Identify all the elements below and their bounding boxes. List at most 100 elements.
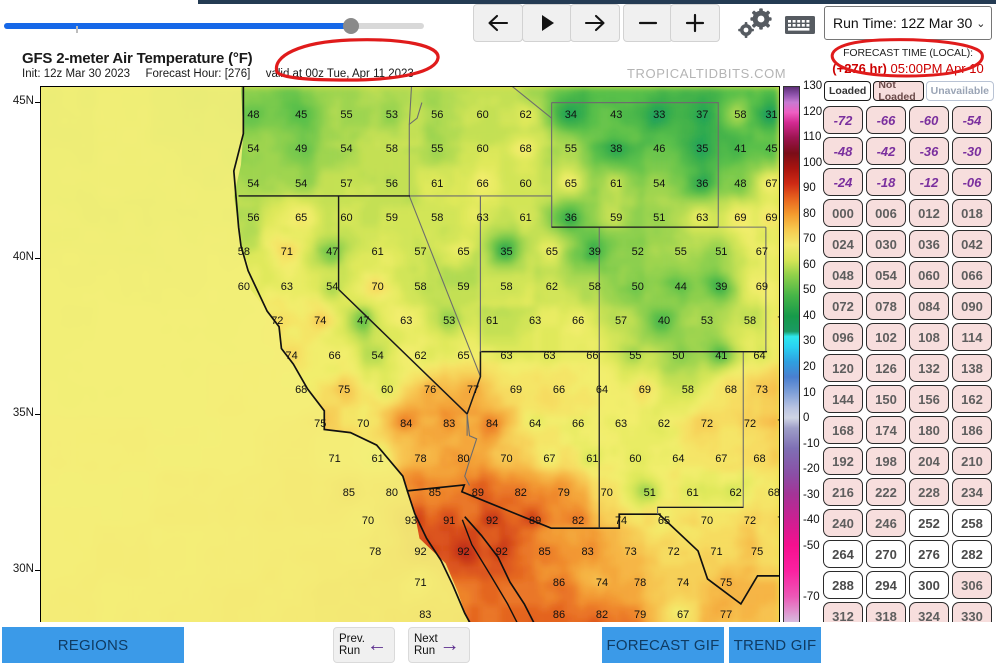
map-temp-value: 77 bbox=[466, 383, 480, 396]
hour-cell-300[interactable]: 300 bbox=[909, 571, 949, 599]
hour-cell-114[interactable]: 114 bbox=[952, 323, 992, 351]
hour-cell-090[interactable]: 090 bbox=[952, 292, 992, 320]
hour-cell-042[interactable]: 042 bbox=[952, 230, 992, 258]
map-temp-value: 45 bbox=[295, 109, 308, 122]
map-temp-value: 86 bbox=[552, 577, 566, 590]
map-temp-value: 79 bbox=[634, 608, 647, 621]
hour-cell-282[interactable]: 282 bbox=[952, 540, 992, 568]
hour-cell-210[interactable]: 210 bbox=[952, 447, 992, 475]
hour-cell-222[interactable]: 222 bbox=[866, 478, 906, 506]
map-temp-value: 61 bbox=[371, 452, 384, 465]
map-temp-value: 75 bbox=[751, 546, 764, 559]
hour-cell-072[interactable]: 072 bbox=[823, 292, 863, 320]
hour-cell-138[interactable]: 138 bbox=[952, 354, 992, 382]
hour-cell--60[interactable]: -60 bbox=[909, 106, 949, 134]
zoom-in-button[interactable] bbox=[670, 4, 720, 42]
hour-cell-276[interactable]: 276 bbox=[909, 540, 949, 568]
next-run-button[interactable]: Next Run → bbox=[408, 627, 470, 663]
hour-cell-144[interactable]: 144 bbox=[823, 385, 863, 413]
hour-cell-156[interactable]: 156 bbox=[909, 385, 949, 413]
forecast-hour-grid[interactable]: -72 -66 -60 -54 -48 -42 -36 -30 -24 -18 -12 -06 000 0… bbox=[823, 106, 995, 630]
hour-cell-048[interactable]: 048 bbox=[823, 261, 863, 289]
hour-cell-180[interactable]: 180 bbox=[909, 416, 949, 444]
hour-cell-228[interactable]: 228 bbox=[909, 478, 949, 506]
hour-cell-204[interactable]: 204 bbox=[909, 447, 949, 475]
hour-cell-252[interactable]: 252 bbox=[909, 509, 949, 537]
hour-cell-306[interactable]: 306 bbox=[952, 571, 992, 599]
slider-fill bbox=[4, 23, 349, 29]
hour-cell-150[interactable]: 150 bbox=[866, 385, 906, 413]
hour-cell-198[interactable]: 198 bbox=[866, 447, 906, 475]
gears-icon[interactable] bbox=[735, 7, 777, 41]
map-temp-value: 55 bbox=[629, 349, 642, 362]
hour-cell-060[interactable]: 060 bbox=[909, 261, 949, 289]
hour-cell-108[interactable]: 108 bbox=[909, 323, 949, 351]
hour-cell-078[interactable]: 078 bbox=[866, 292, 906, 320]
hour-cell--54[interactable]: -54 bbox=[952, 106, 992, 134]
hour-cell-030[interactable]: 030 bbox=[866, 230, 906, 258]
hour-cell-054[interactable]: 054 bbox=[866, 261, 906, 289]
hour-cell-102[interactable]: 102 bbox=[866, 323, 906, 351]
hour-cell-270[interactable]: 270 bbox=[866, 540, 906, 568]
map-temp-value: 59 bbox=[457, 280, 470, 293]
hour-cell-132[interactable]: 132 bbox=[909, 354, 949, 382]
temperature-map[interactable]: 48 45 55 53 56 60 62 34 43 33 37 58 31 54 49 54 58 55 60 68… bbox=[40, 86, 780, 648]
hour-cell-036[interactable]: 036 bbox=[909, 230, 949, 258]
forecast-gif-button[interactable]: FORECAST GIF bbox=[602, 627, 724, 663]
frame-slider[interactable] bbox=[4, 17, 424, 35]
hour-cell-294[interactable]: 294 bbox=[866, 571, 906, 599]
map-temp-value: 69 bbox=[509, 383, 523, 396]
trend-gif-button[interactable]: TREND GIF bbox=[729, 627, 821, 663]
hour-cell-192[interactable]: 192 bbox=[823, 447, 863, 475]
play-button[interactable] bbox=[522, 4, 572, 42]
map-temp-value: 68 bbox=[295, 383, 308, 396]
hour-cell--48[interactable]: -48 bbox=[823, 137, 863, 165]
hour-cell-186[interactable]: 186 bbox=[952, 416, 992, 444]
hour-cell-096[interactable]: 096 bbox=[823, 323, 863, 351]
hour-cell-006[interactable]: 006 bbox=[866, 199, 906, 227]
hour-cell-126[interactable]: 126 bbox=[866, 354, 906, 382]
regions-button[interactable]: REGIONS bbox=[2, 627, 184, 663]
lat-tick-30N: 30N bbox=[12, 562, 34, 575]
hour-cell-216[interactable]: 216 bbox=[823, 478, 863, 506]
hour-cell--06[interactable]: -06 bbox=[952, 168, 992, 196]
hour-cell-012[interactable]: 012 bbox=[909, 199, 949, 227]
map-temp-value: 69 bbox=[765, 212, 778, 225]
map-temp-value: 34 bbox=[564, 109, 578, 122]
hour-cell-024[interactable]: 024 bbox=[823, 230, 863, 258]
step-back-button[interactable] bbox=[473, 4, 523, 42]
hour-cell-234[interactable]: 234 bbox=[952, 478, 992, 506]
hour-cell--18[interactable]: -18 bbox=[866, 168, 906, 196]
map-temp-value: 61 bbox=[371, 246, 384, 259]
hour-cell-084[interactable]: 084 bbox=[909, 292, 949, 320]
keyboard-icon[interactable] bbox=[783, 10, 817, 40]
map-temp-value: 53 bbox=[443, 315, 456, 328]
hour-cell-246[interactable]: 246 bbox=[866, 509, 906, 537]
hour-cell-162[interactable]: 162 bbox=[952, 385, 992, 413]
hour-cell-258[interactable]: 258 bbox=[952, 509, 992, 537]
zoom-out-button[interactable] bbox=[623, 4, 673, 42]
hour-cell-168[interactable]: 168 bbox=[823, 416, 863, 444]
slider-thumb[interactable] bbox=[343, 18, 359, 34]
map-temp-value: 85 bbox=[538, 546, 551, 559]
hour-cell-174[interactable]: 174 bbox=[866, 416, 906, 444]
hour-cell--30[interactable]: -30 bbox=[952, 137, 992, 165]
hour-cell-240[interactable]: 240 bbox=[823, 509, 863, 537]
run-time-select[interactable]: Run Time: 12Z Mar 30 ⌄ bbox=[824, 6, 992, 40]
hour-cell--66[interactable]: -66 bbox=[866, 106, 906, 134]
hour-cell-066[interactable]: 066 bbox=[952, 261, 992, 289]
hour-cell-264[interactable]: 264 bbox=[823, 540, 863, 568]
hour-cell--12[interactable]: -12 bbox=[909, 168, 949, 196]
hour-cell--42[interactable]: -42 bbox=[866, 137, 906, 165]
prev-run-button[interactable]: Prev. Run ← bbox=[333, 627, 395, 663]
map-temp-value: 58 bbox=[414, 280, 427, 293]
hour-cell-000[interactable]: 000 bbox=[823, 199, 863, 227]
hour-cell-120[interactable]: 120 bbox=[823, 354, 863, 382]
map-temp-value: 92 bbox=[414, 546, 427, 559]
hour-cell-288[interactable]: 288 bbox=[823, 571, 863, 599]
hour-cell--36[interactable]: -36 bbox=[909, 137, 949, 165]
hour-cell--72[interactable]: -72 bbox=[823, 106, 863, 134]
hour-cell--24[interactable]: -24 bbox=[823, 168, 863, 196]
hour-cell-018[interactable]: 018 bbox=[952, 199, 992, 227]
step-forward-button[interactable] bbox=[570, 4, 620, 42]
